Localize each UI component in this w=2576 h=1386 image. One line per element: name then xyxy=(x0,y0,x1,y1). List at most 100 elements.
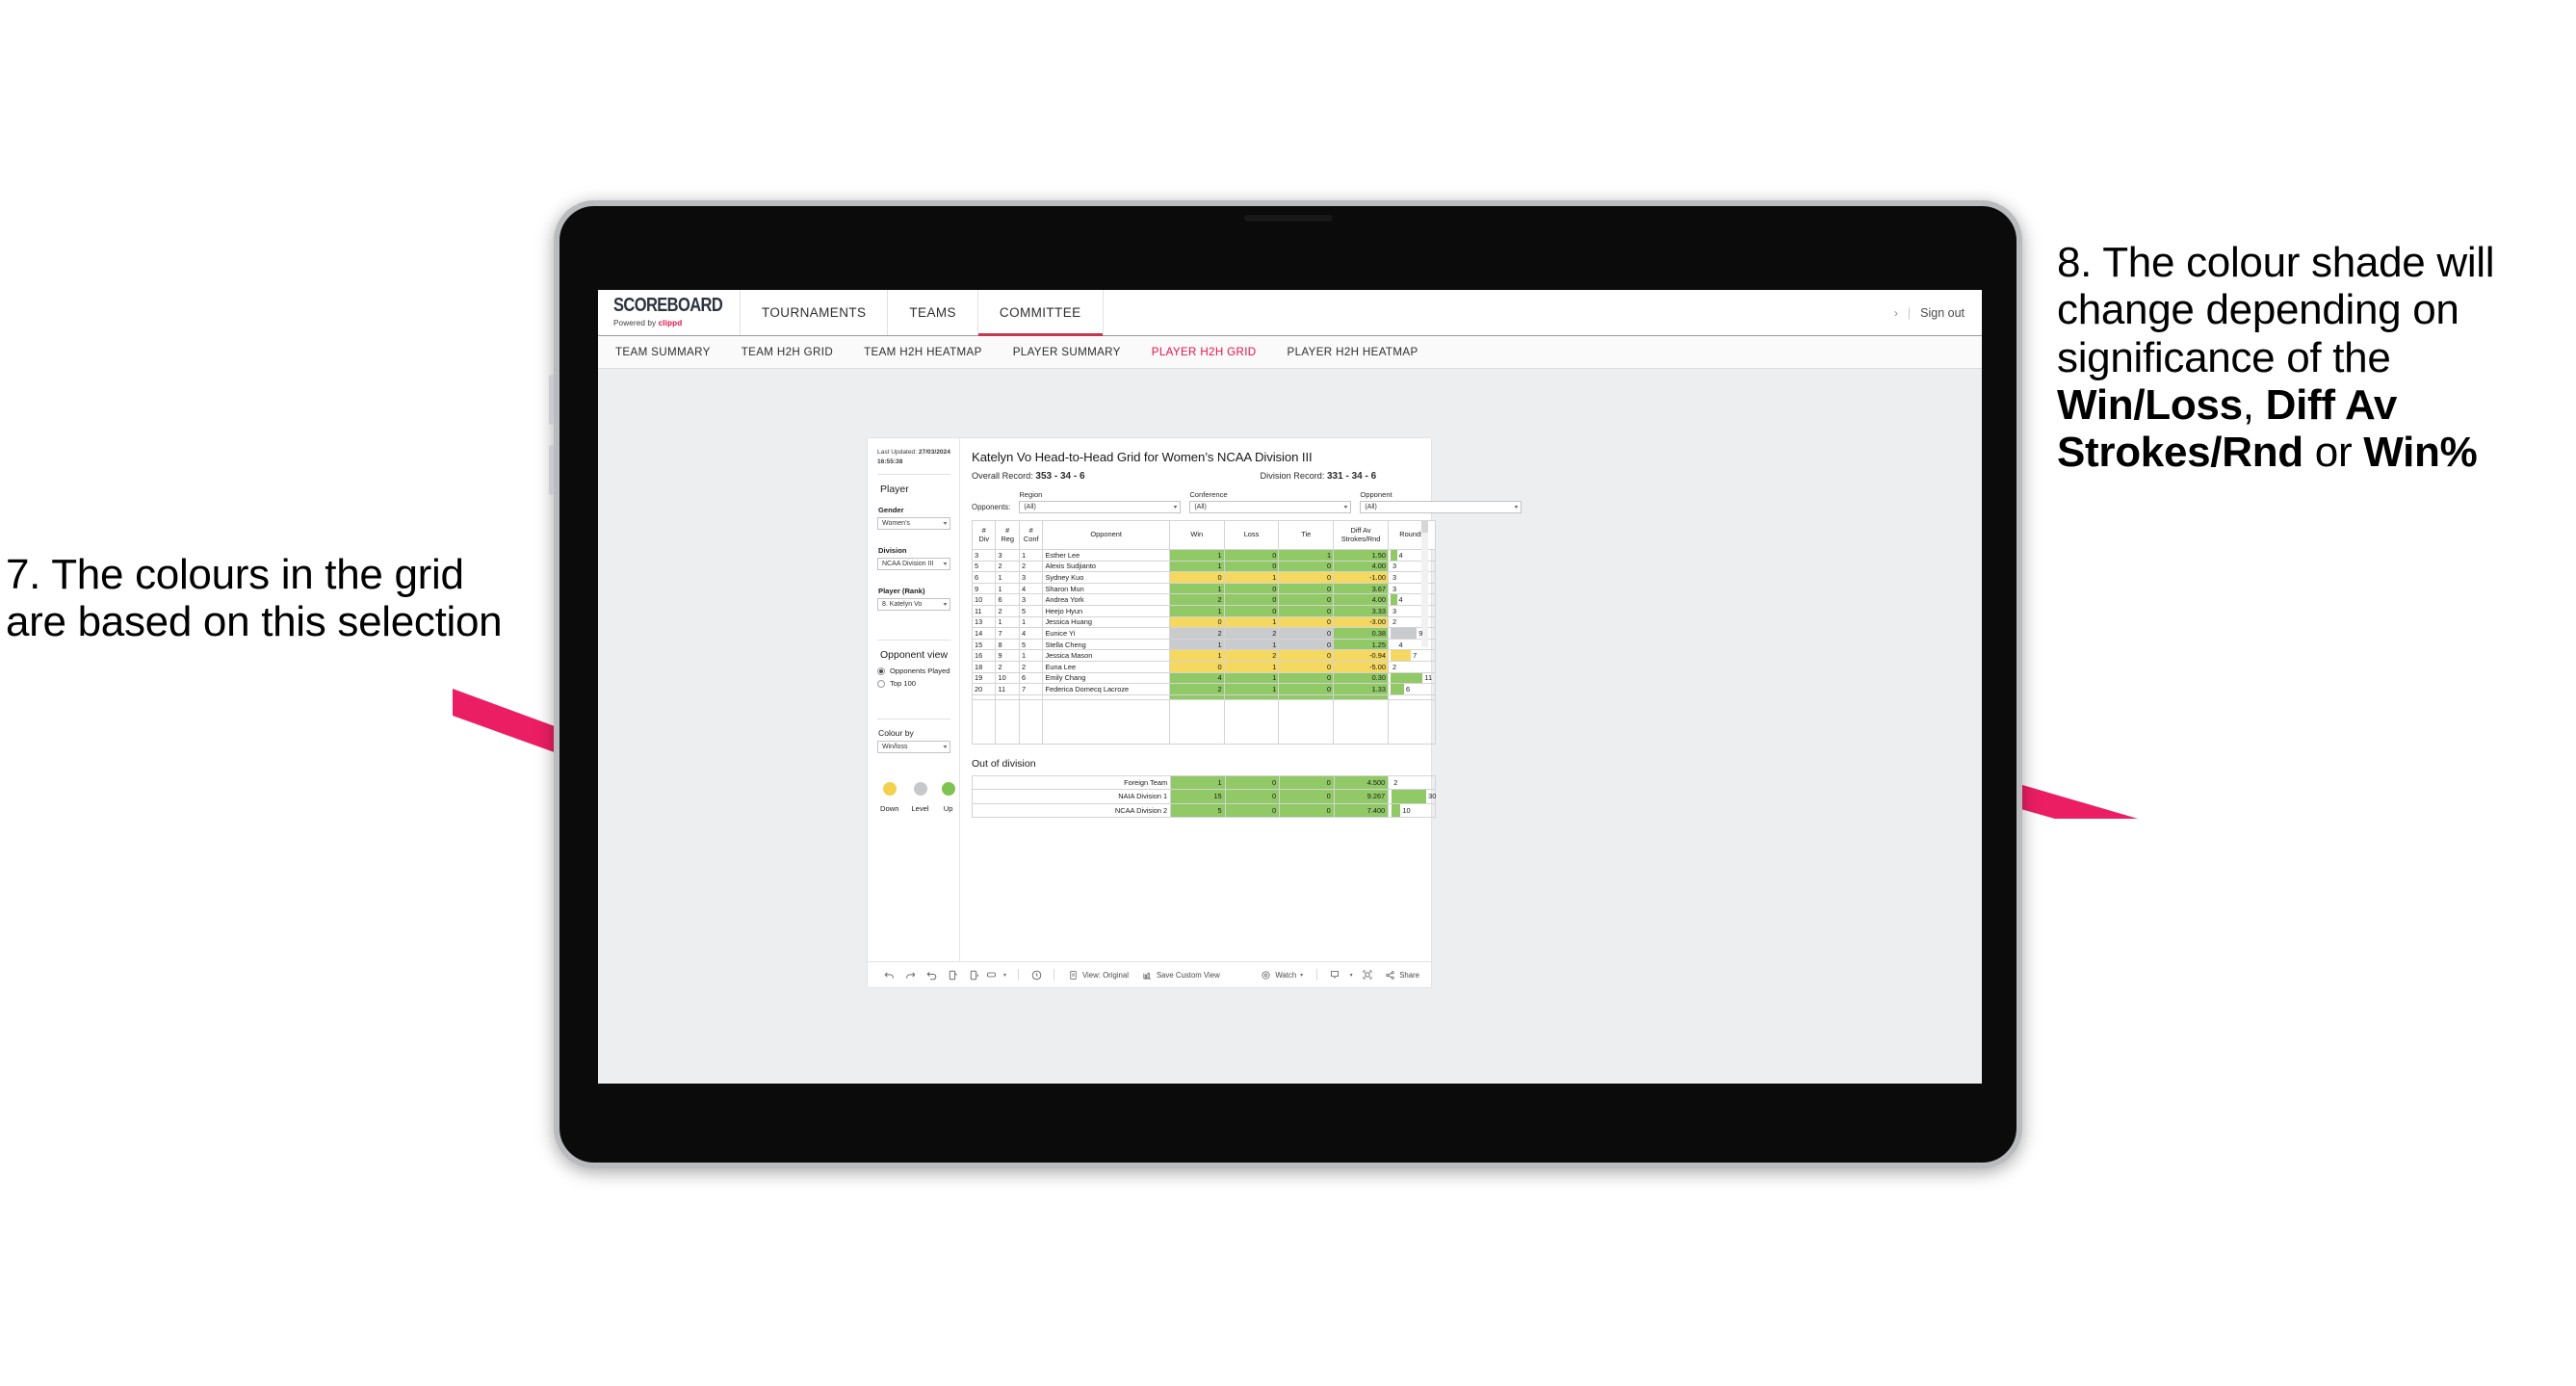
cell-diff-av-strokes[interactable]: 3.33 xyxy=(1333,604,1389,617)
cell-diff-av-strokes[interactable]: -3.00 xyxy=(1333,615,1389,629)
cell-opponent[interactable]: Jessica Huang xyxy=(1042,615,1170,629)
cell-loss[interactable]: 0 xyxy=(1223,582,1280,595)
table-row[interactable]: Foreign Team 1 0 0 4.500 2 xyxy=(971,774,1436,791)
cell-opponent[interactable]: Eunice Yi xyxy=(1042,627,1170,640)
conference-filter-select[interactable]: (All) ▾ xyxy=(1189,501,1352,513)
cell-loss[interactable]: 1 xyxy=(1223,671,1280,685)
table-row[interactable]: 5 2 2 Alexis Sudjianto 1 0 0 4.00 3 xyxy=(971,560,1437,573)
cell-tie[interactable]: 0 xyxy=(1278,638,1335,651)
cell-loss[interactable]: 1 xyxy=(1223,638,1280,651)
table-row[interactable]: 10 6 3 Andrea York 2 0 0 4.00 4 xyxy=(971,593,1437,606)
cell-reg[interactable]: 6 xyxy=(995,593,1020,606)
cell-conf[interactable]: 3 xyxy=(1018,571,1044,584)
topnav-item-teams[interactable]: TEAMS xyxy=(888,290,978,335)
cell-rounds[interactable]: 2 xyxy=(1387,660,1437,673)
cell-reg[interactable]: 3 xyxy=(995,549,1020,562)
cell-reg[interactable]: 9 xyxy=(995,649,1020,662)
cell-loss[interactable]: 1 xyxy=(1223,615,1280,629)
cell-win[interactable]: 0 xyxy=(1168,571,1225,584)
col-header-loss[interactable]: Loss xyxy=(1223,520,1280,550)
colour-by-select[interactable]: Win/loss ▾ xyxy=(877,741,950,754)
cell-conf[interactable]: 1 xyxy=(1018,549,1044,562)
fullscreen-icon[interactable] xyxy=(1357,966,1378,983)
cell-rounds[interactable]: 4 xyxy=(1387,549,1437,562)
topnav-item-tournaments[interactable]: TOURNAMENTS xyxy=(741,290,889,335)
cell-tie[interactable]: 0 xyxy=(1279,802,1335,819)
cell-rounds[interactable]: 30 xyxy=(1388,789,1436,804)
caret-down-icon[interactable]: ▾ xyxy=(1345,966,1357,983)
cell-division-name[interactable]: NAIA Division 1 xyxy=(971,789,1172,804)
subnav-item-team-h2h-grid[interactable]: TEAM H2H GRID xyxy=(742,346,833,358)
cell-rounds[interactable]: 2 xyxy=(1388,774,1436,791)
cell-diff-av-strokes[interactable]: 1.33 xyxy=(1333,683,1389,695)
cell-opponent[interactable]: Sharon Mun xyxy=(1042,582,1170,595)
cell-win[interactable]: 1 xyxy=(1168,560,1225,573)
cell-rounds[interactable]: 3 xyxy=(1387,582,1437,595)
redo-icon[interactable] xyxy=(899,966,921,983)
subnav-item-player-summary[interactable]: PLAYER SUMMARY xyxy=(1013,346,1121,358)
table-row[interactable]: 16 9 1 Jessica Mason 1 2 0 -0.94 7 xyxy=(971,649,1437,662)
cell-reg[interactable]: 1 xyxy=(995,571,1020,584)
cell-win[interactable]: 0 xyxy=(1168,660,1225,673)
cell-loss[interactable]: 0 xyxy=(1223,593,1280,606)
col-header-div[interactable]: # Div xyxy=(971,520,997,550)
region-filter-select[interactable]: (All) ▾ xyxy=(1019,501,1182,513)
cell-loss[interactable]: 0 xyxy=(1223,549,1280,562)
cell-rounds[interactable]: 3 xyxy=(1387,560,1437,573)
cell-loss[interactable]: 1 xyxy=(1223,660,1280,673)
cell-win[interactable]: 1 xyxy=(1168,582,1225,595)
cell-diff-av-strokes[interactable]: 9.267 xyxy=(1333,789,1390,804)
cell-reg[interactable]: 11 xyxy=(995,683,1020,695)
subnav-item-player-h2h-heatmap[interactable]: PLAYER H2H HEATMAP xyxy=(1288,346,1418,358)
subnav-item-team-h2h-heatmap[interactable]: TEAM H2H HEATMAP xyxy=(864,346,982,358)
cell-conf[interactable]: 7 xyxy=(1018,683,1044,695)
cell-div[interactable]: 20 xyxy=(971,683,997,695)
cell-reg[interactable]: 8 xyxy=(995,638,1020,651)
cell-rounds[interactable]: 7 xyxy=(1387,649,1437,662)
cell-loss[interactable]: 1 xyxy=(1223,571,1280,584)
cell-div[interactable]: 14 xyxy=(971,627,997,640)
layout-icon[interactable] xyxy=(984,966,999,983)
cell-win[interactable]: 1 xyxy=(1168,638,1225,651)
cell-diff-av-strokes[interactable]: 4.00 xyxy=(1333,593,1389,606)
cell-win[interactable]: 5 xyxy=(1170,802,1226,819)
cell-opponent[interactable]: Esther Lee xyxy=(1042,549,1170,562)
cell-rounds[interactable]: 2 xyxy=(1387,615,1437,629)
radio-opponents-played[interactable]: Opponents Played xyxy=(877,667,950,675)
cell-diff-av-strokes[interactable]: 4.500 xyxy=(1333,774,1390,791)
cell-rounds[interactable]: 11 xyxy=(1387,671,1437,685)
cell-opponent[interactable]: Emily Chang xyxy=(1042,671,1170,685)
cell-reg[interactable]: 1 xyxy=(995,582,1020,595)
watch-button[interactable]: Watch ▾ xyxy=(1254,970,1310,981)
cell-division-name[interactable]: Foreign Team xyxy=(971,774,1172,791)
table-row[interactable]: 13 1 1 Jessica Huang 0 1 0 -3.00 2 xyxy=(971,615,1437,629)
cell-reg[interactable]: 10 xyxy=(995,671,1020,685)
cell-tie[interactable]: 0 xyxy=(1278,660,1335,673)
cell-tie[interactable]: 0 xyxy=(1279,789,1335,804)
cell-win[interactable]: 0 xyxy=(1168,615,1225,629)
cell-division-name[interactable]: NCAA Division 2 xyxy=(971,802,1172,819)
topnav-item-committee[interactable]: COMMITTEE xyxy=(977,290,1104,336)
table-row[interactable]: 14 7 4 Eunice Yi 2 2 0 0.38 9 xyxy=(971,627,1437,640)
opponent-filter-select[interactable]: (All) ▾ xyxy=(1360,501,1522,513)
save-custom-view-button[interactable]: Save Custom View xyxy=(1135,970,1227,981)
brand-logo[interactable]: SCOREBOARD Powered by clippd xyxy=(598,290,741,335)
cell-win[interactable]: 1 xyxy=(1168,649,1225,662)
cell-tie[interactable]: 0 xyxy=(1278,649,1335,662)
cell-tie[interactable]: 0 xyxy=(1279,774,1335,791)
cell-conf[interactable]: 5 xyxy=(1018,638,1044,651)
undo-icon[interactable] xyxy=(878,966,899,983)
cell-reg[interactable]: 7 xyxy=(995,627,1020,640)
cell-reg[interactable]: 1 xyxy=(995,615,1020,629)
table-row[interactable]: 19 10 6 Emily Chang 4 1 0 0.30 11 xyxy=(971,671,1437,685)
cell-tie[interactable]: 0 xyxy=(1278,683,1335,695)
col-header-conf[interactable]: # Conf xyxy=(1018,520,1044,550)
cell-diff-av-strokes[interactable]: 1.25 xyxy=(1333,638,1389,651)
cell-opponent[interactable]: Stella Cheng xyxy=(1042,638,1170,651)
cell-tie[interactable]: 0 xyxy=(1278,671,1335,685)
cell-loss[interactable]: 1 xyxy=(1223,683,1280,695)
share-button[interactable]: Share xyxy=(1378,970,1419,981)
cell-opponent[interactable]: Sydney Kuo xyxy=(1042,571,1170,584)
cell-conf[interactable]: 5 xyxy=(1018,604,1044,617)
cell-win[interactable]: 4 xyxy=(1168,671,1225,685)
